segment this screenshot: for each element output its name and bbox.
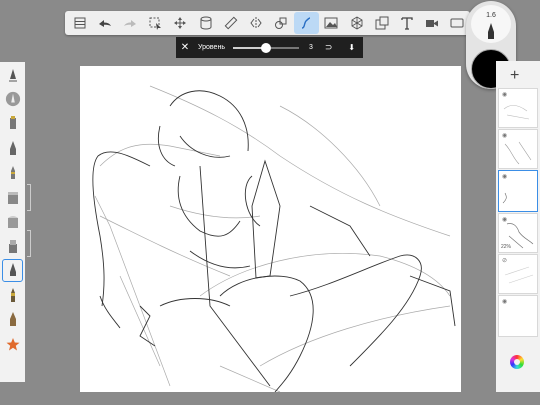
smudge-icon[interactable] (0, 234, 25, 259)
level-slider[interactable] (232, 42, 299, 53)
pencil-brush-icon[interactable] (0, 87, 25, 112)
add-layer-button[interactable]: + (510, 67, 519, 85)
layer-opacity: 22% (501, 244, 512, 250)
more-menu-icon[interactable]: ⬇ (348, 43, 355, 52)
layer-thumbnail-1[interactable]: ◉ (498, 88, 538, 128)
layers-panel: + ◉ ◉ ◉ ◉ 22% ⊘ ◉ (496, 61, 540, 392)
redo-icon[interactable] (117, 12, 142, 34)
layer-visibility-icon[interactable]: ◉ (502, 298, 507, 305)
layer-visibility-icon[interactable]: ◉ (502, 132, 507, 139)
text-icon[interactable] (394, 12, 419, 34)
symmetry-icon[interactable] (243, 12, 268, 34)
main-toolbar (65, 11, 470, 35)
steady-stroke-icon[interactable] (293, 12, 319, 34)
gallery-icon[interactable] (67, 12, 92, 34)
layer-hidden-icon[interactable]: ⊘ (502, 257, 507, 264)
level-label: Уровень (198, 44, 225, 51)
shapes-icon[interactable] (269, 12, 294, 34)
undo-icon[interactable] (92, 12, 117, 34)
paintbrush-icon[interactable] (0, 283, 25, 308)
level-slider-thumb[interactable] (260, 42, 271, 53)
layer-thumbnail-4[interactable]: ◉ 22% (498, 213, 538, 253)
panel-grip-2[interactable] (27, 230, 31, 257)
layer-thumbnail-6[interactable]: ◉ (498, 295, 538, 337)
fineliner-icon[interactable] (0, 258, 25, 283)
layer-visibility-icon[interactable]: ◉ (502, 216, 507, 223)
brush-library-icon[interactable] (0, 62, 25, 87)
steady-stroke-panel: ✕ Уровень 3 ⊃ ⬇ (176, 37, 363, 58)
chisel-icon[interactable] (0, 307, 25, 332)
top-handle[interactable] (263, 3, 277, 34)
loop-icon[interactable]: ⊃ (325, 42, 333, 53)
marker-icon[interactable] (0, 111, 25, 136)
brush-size-control[interactable]: 1.6 (471, 5, 511, 43)
level-value: 3 (308, 44, 313, 51)
layer-visibility-icon[interactable]: ◉ (502, 91, 507, 98)
airbrush-icon[interactable] (0, 185, 25, 210)
brush-tip-icon (488, 23, 494, 39)
close-icon[interactable]: ✕ (178, 42, 192, 53)
import-icon[interactable] (369, 12, 394, 34)
color-wheel-icon[interactable] (510, 355, 524, 369)
image-icon[interactable] (319, 12, 344, 34)
layer-thumbnail-5[interactable]: ⊘ (498, 254, 538, 294)
video-icon[interactable] (420, 12, 445, 34)
drawing-canvas[interactable] (80, 66, 461, 392)
brush-panel (0, 62, 25, 382)
brush-size-value: 1.6 (486, 12, 496, 19)
layers-stack-icon[interactable] (193, 12, 218, 34)
layer-thumbnail-2[interactable]: ◉ (498, 129, 538, 169)
ink-pen-icon[interactable] (0, 136, 25, 161)
sketch-artwork (92, 85, 456, 392)
transform-icon[interactable] (168, 12, 193, 34)
favorite-star-icon[interactable] (0, 332, 25, 357)
layer-thumbnail-3[interactable]: ◉ (498, 170, 538, 212)
ruler-icon[interactable] (218, 12, 243, 34)
ballpoint-icon[interactable] (0, 160, 25, 185)
layer-visibility-icon[interactable]: ◉ (502, 173, 507, 180)
eraser-icon[interactable] (0, 209, 25, 234)
panel-grip[interactable] (27, 184, 31, 211)
selection-icon[interactable] (143, 12, 168, 34)
perspective-icon[interactable] (344, 12, 369, 34)
